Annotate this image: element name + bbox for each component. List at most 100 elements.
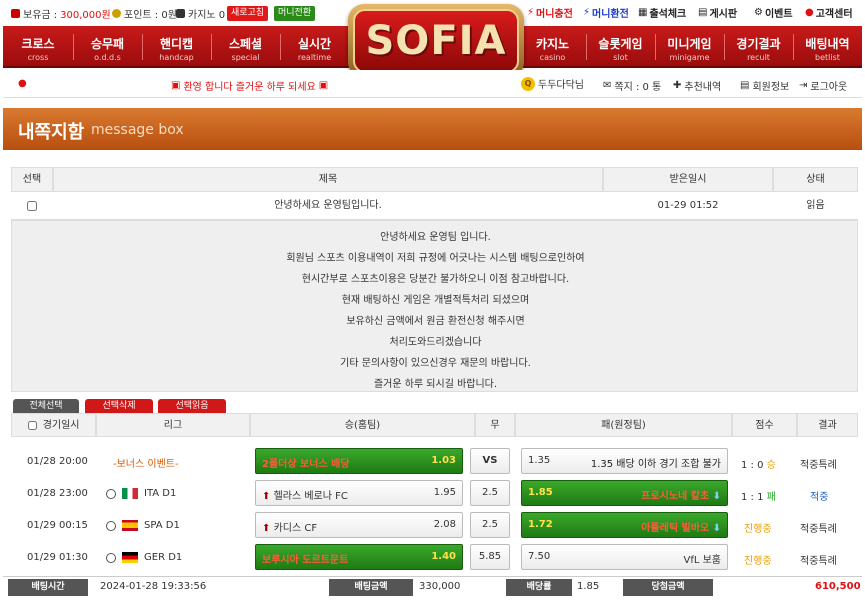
bet-amount-label: 배팅금액 [329, 579, 413, 596]
away-odds-button[interactable]: 1.35 1.35 배당 이하 경기 조합 불가 [521, 448, 728, 474]
nav-slot[interactable]: 슬롯게임 slot [586, 26, 655, 66]
wallet-icon [11, 9, 20, 18]
nav-label: 경기결과 [736, 37, 781, 51]
welcome-marquee: ▣ 환영 합니다 즐거운 하루 되세요 ▣ [171, 78, 328, 93]
nav-cross[interactable]: 크로스 cross [3, 26, 73, 66]
home-team-wrap: ⬆ 헬라스 베로나 FC [262, 487, 348, 502]
point-display: 포인트 : 0원 [112, 6, 177, 21]
nav-special[interactable]: 스페셜 special [211, 26, 280, 66]
bet-row: 01/28 23:00 ITA D1 ⬆ 헬라스 베로나 FC 1.95 2.5… [11, 478, 858, 510]
col-score-header: 점수 [732, 413, 797, 437]
draw-odds-button[interactable]: 5.85 [470, 544, 510, 570]
draw-odds-button[interactable]: 2.5 [470, 512, 510, 538]
bet-row: 01/28 20:00 -보너스 이벤트- 2폴더상 보너스 배당 1.03 V… [11, 446, 858, 478]
home-team: 2폴더상 보너스 배당 [262, 459, 350, 470]
draw-odds-button[interactable]: VS [470, 448, 510, 474]
message-line: 안녕하세요 운영팀 입니다. [380, 232, 491, 243]
nav-sublabel: betlist [815, 53, 840, 62]
bet-select-all-checkbox[interactable] [27, 420, 37, 430]
balance-value: 300,000원 [60, 10, 111, 21]
referral-link[interactable]: ✚ 추천내역 [673, 78, 721, 93]
money-deposit-link[interactable]: ⚡ 머니충전 [527, 5, 573, 20]
message-checkbox-cell [11, 192, 53, 220]
home-odds: 1.40 [431, 551, 456, 562]
point-label: 포인트 : 0원 [124, 10, 177, 21]
money-withdraw-link[interactable]: ⚡ 머니환전 [583, 5, 629, 20]
support-link[interactable]: ● 고객센터 [805, 5, 853, 20]
nav-betlist[interactable]: 배팅내역 betlist [793, 26, 862, 66]
league-name: GER D1 [144, 552, 183, 563]
message-line: 현재 배팅하신 게임은 개별적특처리 되셨으며 [341, 295, 530, 306]
home-team: 보루시아 도르트문트 [262, 555, 349, 566]
notes-link[interactable]: ✉ 쪽지 : 0 통 [603, 78, 661, 93]
bet-row: 01/29 01:30 GER D1 보루시아 도르트문트 1.40 5.85 … [11, 542, 858, 574]
nav-minigame[interactable]: 미니게임 minigame [655, 26, 724, 66]
event-link[interactable]: ⚙ 이벤트 [754, 5, 793, 20]
home-odds-button[interactable]: ⬆ 카디스 CF 2.08 [255, 512, 463, 538]
col-result-header: 결과 [797, 413, 858, 437]
away-team: VfL 보훔 [683, 555, 721, 566]
nav-sublabel: special [231, 53, 260, 62]
site-logo[interactable]: SOFIA [348, 4, 524, 78]
read-selected-button[interactable]: 선택읽음 [158, 399, 226, 413]
home-team-wrap: ⬆ 카디스 CF [262, 519, 317, 534]
home-odds: 1.95 [433, 487, 456, 498]
page-subtitle: message box [91, 122, 184, 138]
away-odds: 1.85 [528, 487, 553, 498]
attendance-link[interactable]: ▦ 출석체크 [638, 5, 686, 20]
home-odds-button[interactable]: ⬆ 헬라스 베로나 FC 1.95 [255, 480, 463, 506]
bet-table: 경기일시 리그 승(홈팀) 무 패(원정팀) 점수 결과 01/28 20:00… [11, 413, 858, 600]
draw-odds-button[interactable]: 2.5 [470, 480, 510, 506]
marquee-text: 환영 합니다 즐거운 하루 되세요 [183, 82, 316, 93]
home-team: 카디스 CF [273, 523, 318, 534]
bet-league-bonus: -보너스 이벤트- [113, 455, 179, 470]
away-marker-icon: ⬇ [712, 491, 721, 502]
logout-link[interactable]: ⇥ 로그아웃 [799, 78, 847, 93]
home-odds-button[interactable]: 보루시아 도르트문트 1.40 [255, 544, 463, 570]
withdraw-icon: ⚡ [583, 7, 591, 18]
league-name: SPA D1 [144, 520, 180, 531]
away-team: 1.35 배당 이하 경기 조합 불가 [590, 459, 721, 470]
nav-handicap[interactable]: 핸디캡 handcap [142, 26, 211, 66]
odds-label: 배당률 [506, 579, 572, 596]
nav-casino[interactable]: 카지노 casino [519, 26, 586, 66]
nav-realtime[interactable]: 실시간 realtime [280, 26, 349, 66]
bet-result: 적중 [810, 492, 829, 503]
away-team: 아틀레틱 빌바오 [641, 523, 710, 534]
message-title[interactable]: 안녕하세요 운영팀입니다. [53, 192, 603, 220]
nav-odds[interactable]: 승무패 o.d.d.s [73, 26, 142, 66]
league-name: ITA D1 [144, 488, 177, 499]
delete-selected-button[interactable]: 선택삭제 [85, 399, 153, 413]
nav-results[interactable]: 경기결과 recult [724, 26, 793, 66]
away-odds-button[interactable]: 7.50 VfL 보훔 [521, 544, 728, 570]
support-label: 고객센터 [815, 9, 853, 20]
away-odds-button[interactable]: 1.72 아틀레틱 빌바오 ⬇ [521, 512, 728, 538]
refresh-button[interactable]: 새로고침 [227, 6, 269, 21]
win-amount-label: 당첨금액 [623, 579, 713, 596]
score-text: 1 : 0 [741, 460, 764, 471]
select-all-button[interactable]: 전체선택 [13, 399, 79, 413]
nav-label: 크로스 [21, 37, 55, 51]
casino-display: 카지노 0 [176, 6, 225, 21]
nav-label: 핸디캡 [159, 37, 194, 51]
money-transfer-button[interactable]: 머니전환 [274, 6, 316, 21]
board-link[interactable]: ▤ 게시판 [698, 5, 737, 20]
board-icon: ▤ [698, 7, 708, 18]
board-label: 게시판 [709, 9, 738, 20]
score-outcome: 패 [766, 492, 776, 503]
member-info-link[interactable]: ▤ 회원정보 [740, 78, 789, 93]
logout-text: 로그아웃 [810, 82, 848, 93]
logo-badge: SOFIA [353, 9, 519, 73]
member-info-text: 회원정보 [752, 82, 790, 93]
league-label: -보너스 이벤트- [113, 459, 179, 470]
home-odds-button[interactable]: 2폴더상 보너스 배당 1.03 [255, 448, 463, 474]
nav-sublabel: o.d.d.s [94, 53, 121, 62]
bet-date: 01/29 00:15 [27, 520, 88, 531]
away-odds-button[interactable]: 1.85 프로시노네 칼초 ⬇ [521, 480, 728, 506]
message-checkbox[interactable] [27, 201, 37, 211]
bet-score: 1 : 0 승 [741, 456, 776, 471]
away-marker-icon: ⬇ [712, 523, 721, 534]
referral-text: 추천내역 [684, 82, 722, 93]
bet-result: 적중특례 [800, 524, 837, 535]
nav-label: 배팅내역 [805, 37, 850, 51]
